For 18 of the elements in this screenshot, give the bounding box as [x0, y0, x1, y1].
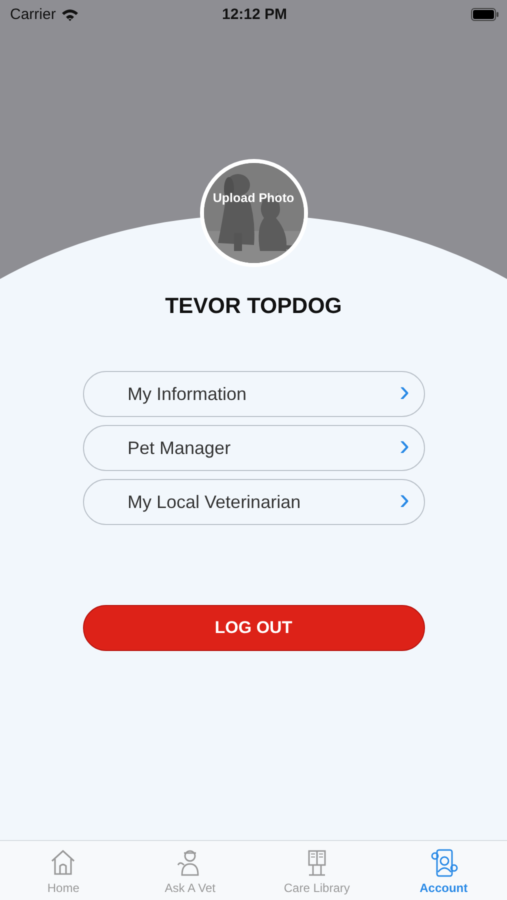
logout-button[interactable]: LOG OUT: [82, 605, 424, 651]
menu-item[interactable]: My Local Veterinarian ›: [82, 479, 424, 525]
upload-photo-button[interactable]: Upload Photo: [200, 159, 308, 267]
user-name: TEVOR TOPDOG: [165, 293, 342, 319]
tab[interactable]: Care Library: [254, 841, 380, 900]
menu-item[interactable]: Pet Manager ›: [82, 425, 424, 471]
chevron-icon: ›: [400, 485, 410, 515]
tab[interactable]: Account: [380, 841, 507, 900]
tab[interactable]: Ask A Vet: [126, 841, 254, 900]
battery-icon: [471, 8, 500, 20]
tab[interactable]: Home: [0, 841, 127, 900]
chevron-icon: ›: [400, 377, 410, 407]
carrier-label: Carrier: [10, 6, 56, 22]
time-label: 12:12 PM: [222, 6, 288, 22]
chevron-icon: ›: [400, 431, 410, 461]
upload-photo-label: Upload Photo: [212, 191, 296, 206]
menu-item[interactable]: My Information ›: [82, 371, 424, 417]
wifi-icon: [60, 8, 79, 20]
